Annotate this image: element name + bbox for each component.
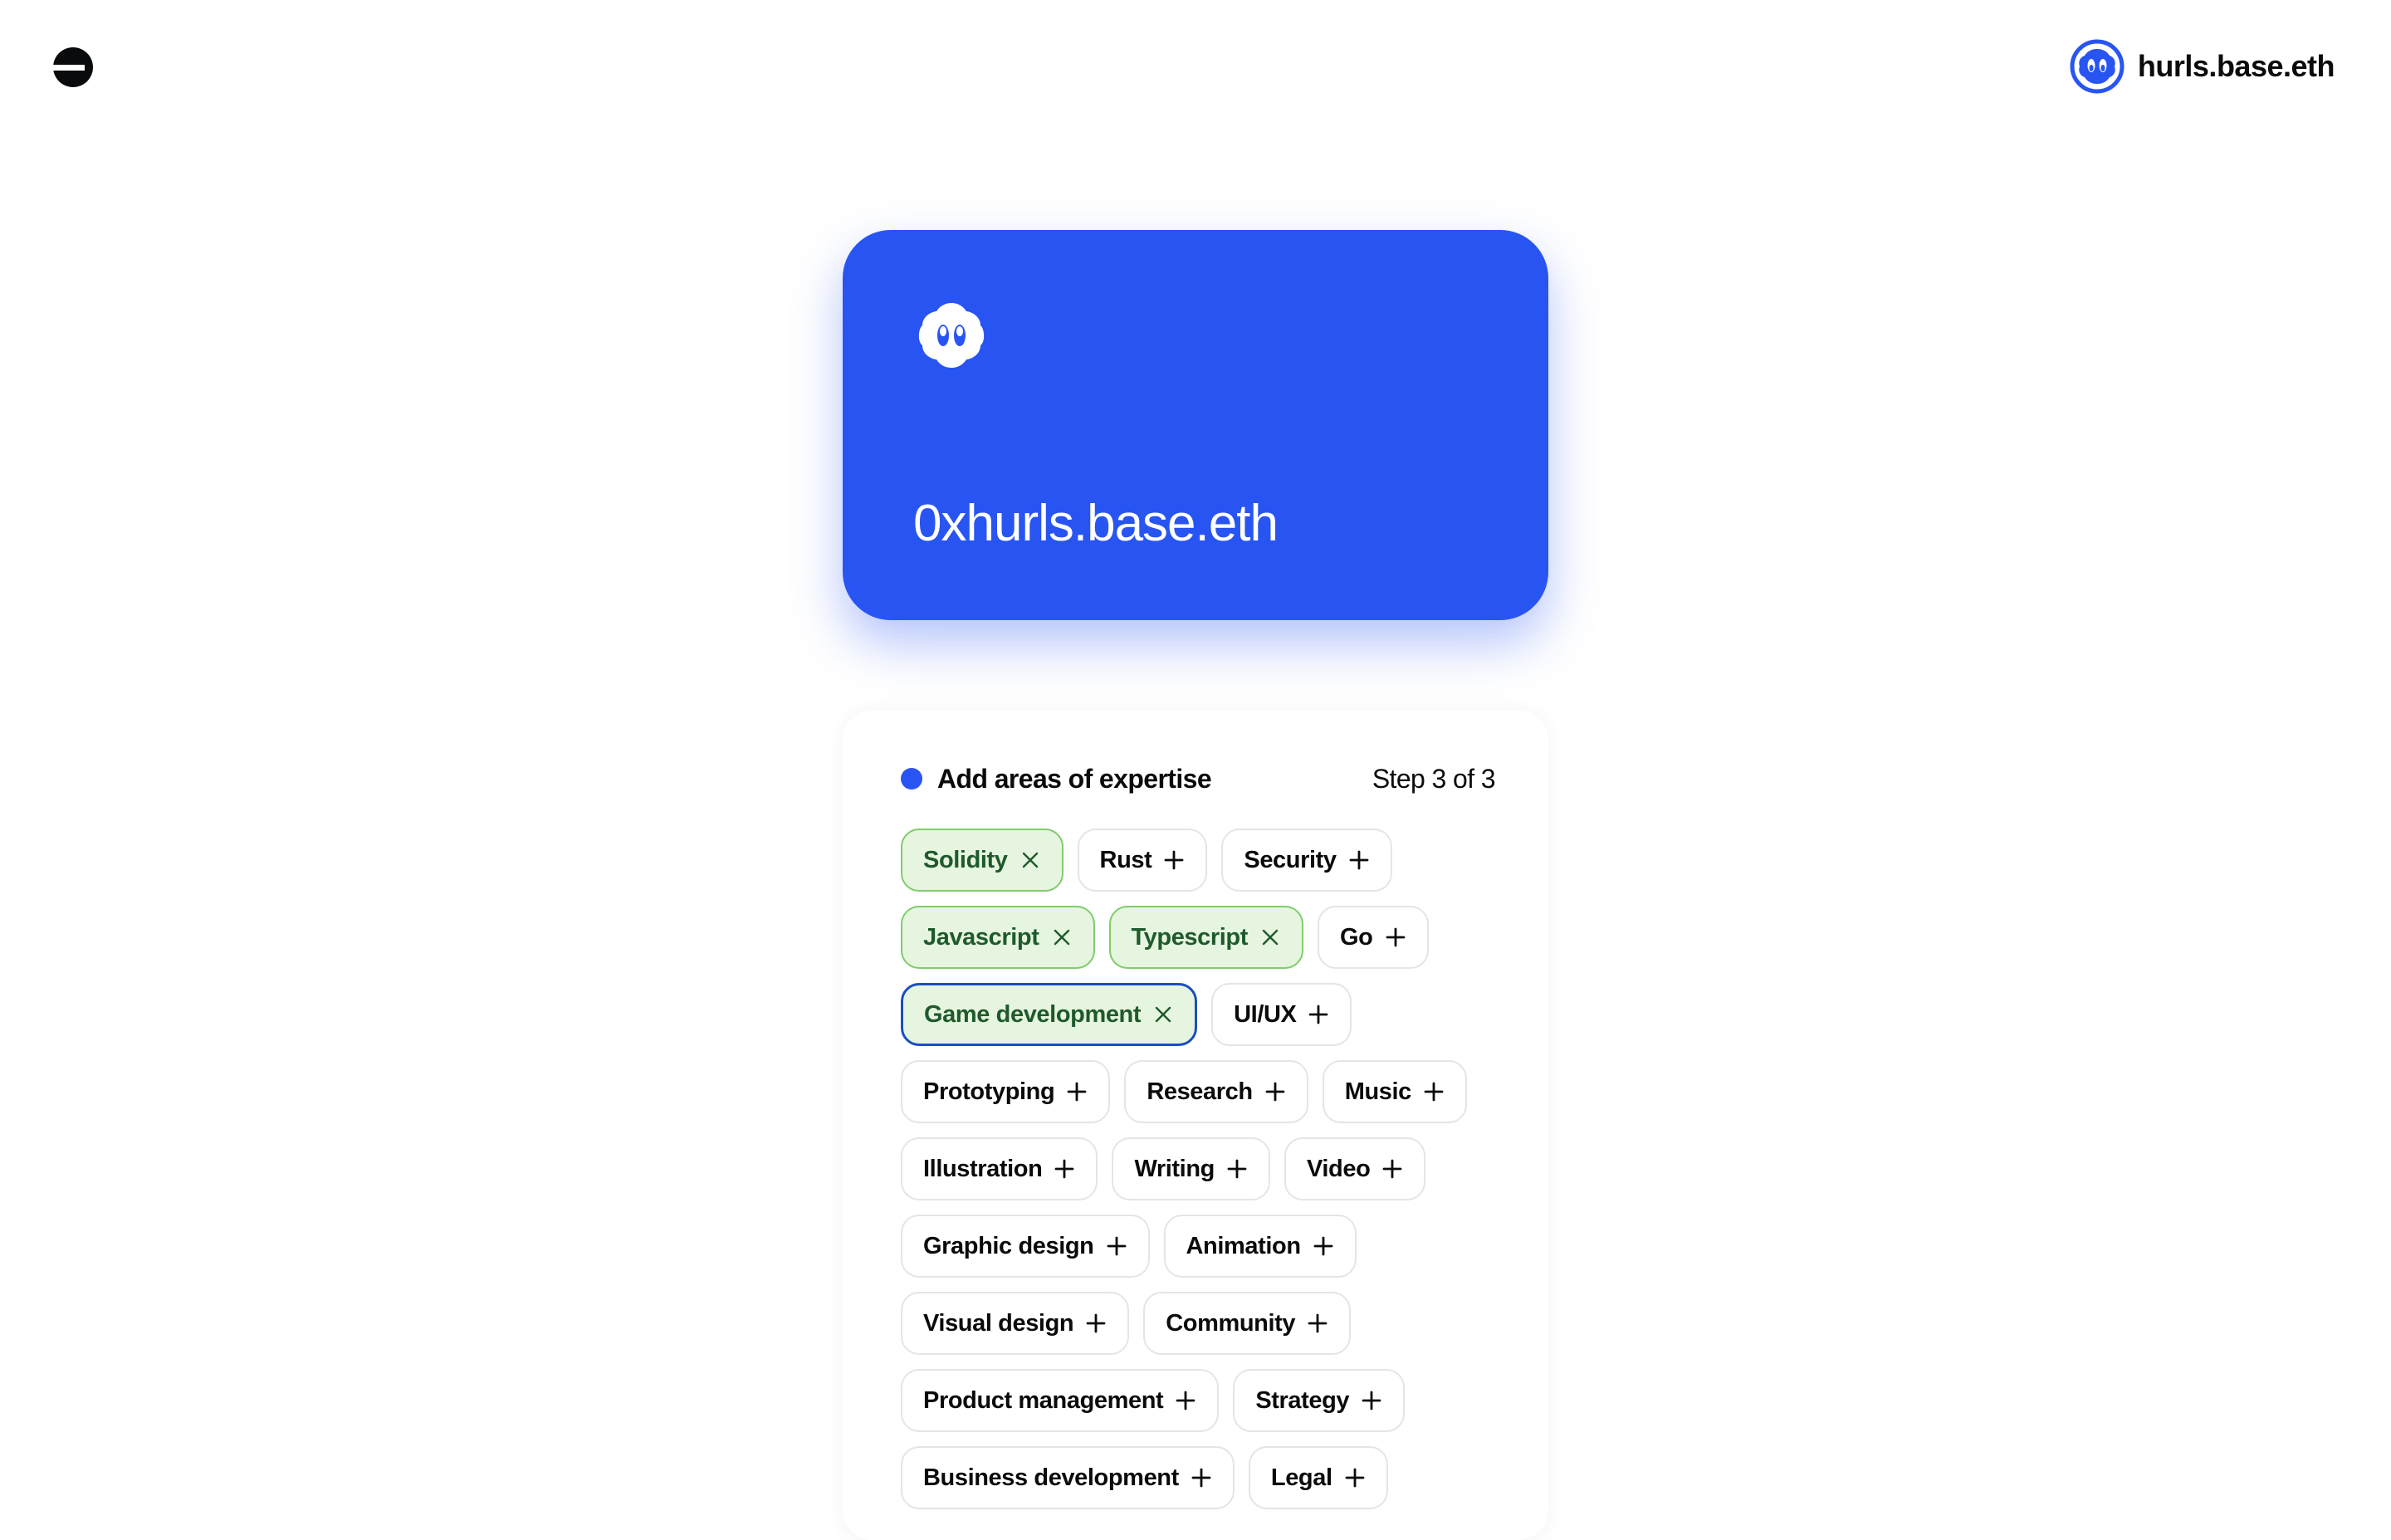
tag-illustration[interactable]: Illustration [901, 1137, 1098, 1200]
tag-label: Prototyping [923, 1078, 1055, 1105]
remove-icon [1262, 929, 1279, 946]
card-basename: 0xhurls.base.eth [913, 495, 1279, 552]
tag-typescript[interactable]: Typescript [1108, 906, 1304, 969]
expertise-panel: Add areas of expertise Step 3 of 3 Solid… [843, 710, 1548, 1540]
account-menu[interactable]: hurls.base.eth [2070, 37, 2335, 96]
expertise-tag-list: Solidity Rust Security Javascript Typescript… [901, 829, 1515, 1509]
add-icon [1086, 1313, 1106, 1333]
tag-label: Typescript [1131, 923, 1249, 951]
add-icon [1176, 1391, 1196, 1410]
add-icon [1227, 1159, 1247, 1179]
panel-title: Add areas of expertise [937, 763, 1212, 794]
tag-label: Graphic design [923, 1232, 1094, 1259]
add-icon [1265, 1082, 1285, 1102]
add-icon [1345, 1468, 1365, 1488]
basename-avatar-icon [2070, 39, 2125, 94]
add-icon [1362, 1391, 1381, 1410]
base-logo-icon[interactable] [53, 47, 93, 87]
tag-label: Rust [1099, 846, 1152, 873]
tag-music[interactable]: Music [1322, 1060, 1467, 1123]
remove-icon [1022, 852, 1038, 868]
tag-video[interactable]: Video [1284, 1137, 1426, 1200]
tag-label: Animation [1186, 1232, 1302, 1259]
basename-face-icon [918, 303, 985, 368]
add-icon [1164, 850, 1184, 870]
tag-label: Game development [924, 1000, 1142, 1028]
add-icon [1313, 1236, 1333, 1256]
tag-label: Writing [1134, 1155, 1215, 1182]
account-name: hurls.base.eth [2137, 49, 2335, 83]
tag-javascript[interactable]: Javascript [901, 906, 1095, 969]
add-icon [1349, 850, 1369, 870]
tag-rust[interactable]: Rust [1077, 829, 1208, 892]
tag-go[interactable]: Go [1318, 906, 1429, 969]
add-icon [1424, 1082, 1444, 1102]
tag-graphic-design[interactable]: Graphic design [901, 1215, 1150, 1278]
panel-header: Add areas of expertise Step 3 of 3 [901, 758, 1496, 799]
tag-security[interactable]: Security [1221, 829, 1392, 892]
tag-solidity[interactable]: Solidity [901, 829, 1063, 892]
tag-label: Strategy [1255, 1386, 1350, 1414]
tag-business-development[interactable]: Business development [901, 1446, 1235, 1509]
add-icon [1055, 1159, 1074, 1179]
tag-label: Solidity [923, 846, 1008, 873]
tag-writing[interactable]: Writing [1112, 1137, 1270, 1200]
tag-label: Business development [923, 1464, 1179, 1491]
step-indicator: Step 3 of 3 [1372, 763, 1496, 794]
tag-product-management[interactable]: Product management [901, 1369, 1220, 1432]
tag-research[interactable]: Research [1124, 1060, 1308, 1123]
add-icon [1386, 927, 1405, 947]
tag-prototyping[interactable]: Prototyping [901, 1060, 1111, 1123]
tag-label: Music [1344, 1078, 1412, 1105]
add-icon [1308, 1313, 1328, 1333]
tag-label: Community [1166, 1309, 1296, 1337]
tag-label: Go [1340, 923, 1373, 951]
add-icon [1383, 1159, 1402, 1179]
tag-visual-design[interactable]: Visual design [901, 1292, 1130, 1355]
add-icon [1309, 1005, 1328, 1024]
tag-legal[interactable]: Legal [1248, 1446, 1388, 1509]
tag-label: Javascript [923, 923, 1039, 951]
basename-card: 0xhurls.base.eth [843, 230, 1548, 620]
tag-community[interactable]: Community [1143, 1292, 1352, 1355]
remove-icon [1054, 929, 1069, 946]
tag-game-development[interactable]: Game development [901, 983, 1198, 1046]
tag-animation[interactable]: Animation [1163, 1215, 1357, 1278]
tag-strategy[interactable]: Strategy [1233, 1369, 1406, 1432]
add-icon [1107, 1236, 1126, 1256]
add-icon [1067, 1082, 1087, 1102]
tag-label: UI/UX [1234, 1000, 1297, 1028]
tag-label: Illustration [923, 1155, 1043, 1182]
tag-label: Research [1147, 1078, 1253, 1105]
tag-label: Video [1306, 1155, 1371, 1182]
tag-label: Legal [1270, 1464, 1332, 1491]
tag-label: Security [1244, 846, 1337, 873]
tag-label: Product management [923, 1386, 1164, 1414]
status-dot-icon [901, 768, 922, 790]
tag-label: Visual design [923, 1309, 1074, 1337]
tag-ui-ux[interactable]: UI/UX [1211, 983, 1352, 1046]
remove-icon [1155, 1006, 1171, 1023]
add-icon [1191, 1468, 1211, 1488]
